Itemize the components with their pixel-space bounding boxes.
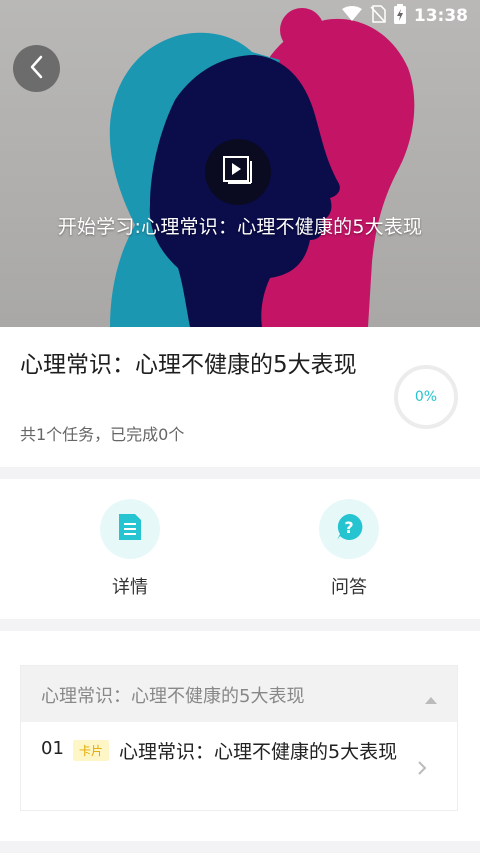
lesson-number: 01 (41, 738, 64, 759)
play-button[interactable] (205, 139, 271, 205)
chevron-left-icon (27, 55, 47, 83)
svg-text:?: ? (344, 518, 353, 537)
battery-icon (393, 4, 406, 28)
details-icon-circle (100, 499, 160, 559)
details-label: 详情 (112, 577, 148, 598)
qa-icon-circle: ? (319, 499, 379, 559)
lesson-group: 心理常识：心理不健康的5大表现 01 卡片 心理常识：心理不健康的5大表现 (20, 665, 458, 811)
card-tag: 卡片 (73, 740, 110, 761)
progress-label: 0% (414, 389, 438, 405)
status-time: 13:38 (413, 6, 468, 26)
lesson-section: 心理常识：心理不健康的5大表现 01 卡片 心理常识：心理不健康的5大表现 (0, 631, 480, 841)
course-info-card: 心理常识：心理不健康的5大表现 共1个任务，已完成0个 0% (0, 327, 480, 467)
details-button[interactable]: 详情 (70, 499, 190, 599)
question-icon: ? (334, 512, 364, 546)
back-button[interactable] (13, 45, 60, 92)
hero-banner[interactable]: 13:38 开始学习:心理常识：心理不健康的5大表现 (0, 0, 480, 327)
progress-ring: 0% (393, 364, 459, 430)
status-bar: 13:38 (0, 0, 480, 32)
lesson-item[interactable]: 01 卡片 心理常识：心理不健康的5大表现 (21, 722, 457, 782)
qa-button[interactable]: ? 问答 (289, 499, 409, 599)
lesson-group-header[interactable]: 心理常识：心理不健康的5大表现 (21, 666, 457, 722)
play-icon (223, 156, 253, 188)
lesson-title: 心理常识：心理不健康的5大表现 (119, 741, 398, 763)
start-learning-caption[interactable]: 开始学习:心理常识：心理不健康的5大表现 (0, 212, 480, 239)
lesson-group-title: 心理常识：心理不健康的5大表现 (41, 686, 305, 707)
document-icon (117, 512, 143, 546)
action-bar: 详情 ? 问答 (0, 479, 480, 619)
no-sim-icon (370, 5, 386, 27)
task-summary: 共1个任务，已完成0个 (20, 425, 185, 444)
wifi-icon (341, 6, 362, 26)
collapse-caret-icon (425, 689, 437, 708)
course-title: 心理常识：心理不健康的5大表现 (20, 352, 357, 378)
qa-label: 问答 (331, 577, 367, 598)
chevron-right-icon (417, 760, 427, 780)
